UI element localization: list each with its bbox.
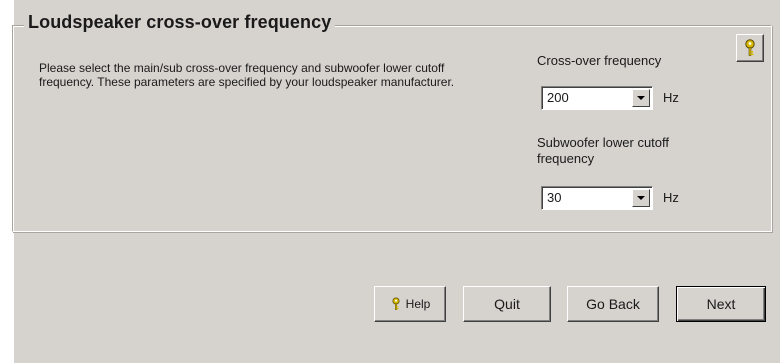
group-title: Loudspeaker cross-over frequency xyxy=(24,12,336,33)
crossover-unit: Hz xyxy=(663,90,679,105)
subwoofer-label: Subwoofer lower cutoff frequency xyxy=(537,135,669,166)
chevron-down-icon[interactable] xyxy=(632,189,650,207)
subwoofer-cutoff-select[interactable]: 30 xyxy=(541,186,653,210)
subwoofer-unit: Hz xyxy=(663,190,679,205)
key-help-icon xyxy=(745,39,755,56)
quit-button[interactable]: Quit xyxy=(463,286,551,322)
next-button[interactable]: Next xyxy=(676,286,766,322)
crossover-value: 200 xyxy=(547,90,569,105)
description-text: Please select the main/sub cross-over fr… xyxy=(39,61,455,89)
help-button[interactable]: Help xyxy=(374,286,446,322)
chevron-down-icon[interactable] xyxy=(632,89,650,107)
key-help-icon xyxy=(392,297,400,310)
go-back-button[interactable]: Go Back xyxy=(567,286,659,322)
help-button-label: Help xyxy=(405,297,431,311)
subwoofer-cutoff-value: 30 xyxy=(547,190,562,205)
crossover-select[interactable]: 200 xyxy=(541,86,653,110)
crossover-label: Cross-over frequency xyxy=(537,53,662,68)
context-help-button[interactable] xyxy=(736,34,764,62)
